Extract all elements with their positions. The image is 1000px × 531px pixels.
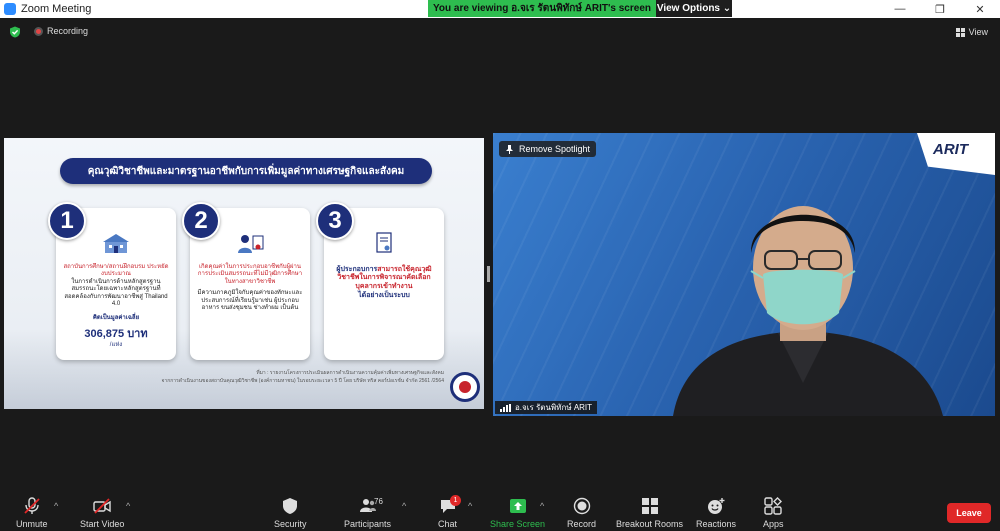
spotlight-video[interactable]: Remove Spotlight ARIT อ.จเร รัตนพิทักษ์ … (493, 133, 995, 416)
maximize-button[interactable]: ❐ (920, 0, 960, 18)
pin-icon (506, 144, 513, 154)
reactions-label: Reactions (696, 519, 737, 529)
meeting-toolbar: Unmute ^ Start Video ^ Security 76 Parti… (0, 491, 1000, 531)
security-label: Security (274, 519, 307, 529)
leave-button[interactable]: Leave (947, 503, 991, 523)
share-screen-label: Share Screen (490, 519, 546, 529)
participant-name: อ.จเร รัตนพิทักษ์ ARIT (515, 403, 593, 412)
grid-view-icon (955, 27, 965, 37)
reactions-button[interactable]: Reactions (696, 497, 736, 529)
tpqi-logo (450, 372, 480, 402)
certified-person-icon (238, 235, 264, 253)
certificate-document-icon (376, 232, 392, 253)
share-screen-button[interactable]: Share Screen (490, 497, 545, 529)
record-dot-icon (34, 26, 43, 36)
chat-button[interactable]: 1 Chat (438, 495, 461, 529)
recording-indicator[interactable]: Recording (34, 26, 88, 36)
participants-options-caret-icon[interactable]: ^ (402, 501, 406, 511)
share-screen-icon (509, 499, 526, 513)
breakout-rooms-label: Breakout Rooms (616, 519, 684, 529)
window-title: Zoom Meeting (21, 3, 92, 15)
slide-card-2: 2 เกิดคุณค่าในการประกอบอาชีพกับผู้ผ่านกา… (182, 202, 310, 360)
participants-label: Participants (344, 519, 392, 529)
chat-label: Chat (438, 519, 458, 529)
audio-options-caret-icon[interactable]: ^ (54, 501, 58, 511)
card-1-body: ในการดำเนินการด้านหลักสูตรฐานสมรรถนะโดยเ… (64, 278, 168, 308)
minimize-button[interactable]: — (880, 0, 920, 18)
source-line-2: จากการดำเนินงานของสถาบันคุณวุฒิวิชาชีพ (… (161, 377, 445, 384)
view-label: View (968, 27, 988, 37)
card-2-highlight: เกิดคุณค่าในการประกอบอาชีพกับผู้ผ่านการป… (197, 263, 303, 285)
viewing-banner: You are viewing อ.จเร รัตนพิทักษ์ ARIT's… (428, 0, 732, 17)
card-number-1: 1 (48, 202, 86, 240)
view-options-button[interactable]: View Options ⌄ (656, 0, 732, 17)
card-number-3: 3 (316, 202, 354, 240)
card-1-value: 306,875 บาท (84, 328, 148, 340)
slide-card-3: 3 ผู้ประกอบการสามารถใช้คุณวุฒิวิชาชีพในก… (316, 202, 444, 360)
breakout-rooms-icon (641, 498, 658, 514)
participant-count: 76 (374, 497, 383, 506)
video-off-icon (93, 498, 111, 514)
card-2-body: มีความภาคภูมิใจกับคุณค่าของทักษะและประสบ… (197, 290, 303, 311)
apps-button[interactable]: Apps (763, 497, 784, 529)
slide-card-1: 1 สถาบันการศึกษา/สถานฝึกอบรม ประหยัดงบปร… (48, 202, 176, 360)
record-label: Record (567, 519, 597, 529)
shared-screen[interactable]: คุณวุฒิวิชาชีพและมาตรฐานอาชีพกับการเพิ่ม… (4, 138, 484, 409)
participant-name-tag: อ.จเร รัตนพิทักษ์ ARIT (495, 401, 598, 414)
muted-microphone-icon (24, 497, 40, 514)
slide-source: ที่มา : รายงานโครงการประเมินผลการดำเนินง… (144, 370, 445, 385)
recording-label: Recording (47, 26, 89, 36)
unmute-button[interactable]: Unmute (16, 497, 48, 529)
remove-spotlight-button[interactable]: Remove Spotlight (499, 141, 597, 157)
source-line-1: ที่มา : รายงานโครงการประเมินผลการดำเนินง… (256, 370, 444, 376)
video-options-caret-icon[interactable]: ^ (126, 501, 130, 511)
record-icon (573, 497, 590, 515)
breakout-rooms-button[interactable]: Breakout Rooms (616, 497, 683, 529)
smiley-plus-icon (708, 498, 725, 514)
card-1-value-unit: /แห่ง (109, 341, 123, 348)
card-1-highlight: สถาบันการศึกษา/สถานฝึกอบรม ประหยัดงบประม… (63, 263, 169, 278)
card-number-2: 2 (182, 202, 220, 240)
slide-title: คุณวุฒิวิชาชีพและมาตรฐานอาชีพกับการเพิ่ม… (60, 158, 432, 184)
security-shield-icon[interactable] (9, 26, 21, 38)
participants-button[interactable]: 76 Participants (344, 497, 391, 529)
chat-unread-badge: 1 (450, 495, 461, 506)
shield-icon (283, 498, 298, 514)
participant-video-feed (673, 206, 943, 416)
zoom-app-icon (4, 3, 16, 15)
record-button[interactable]: Record (567, 497, 596, 529)
view-button[interactable]: View (955, 27, 988, 37)
viewing-screen-label: You are viewing อ.จเร รัตนพิทักษ์ ARIT's… (428, 0, 656, 17)
chat-options-caret-icon[interactable]: ^ (468, 501, 472, 511)
remove-spotlight-label: Remove Spotlight (519, 144, 591, 154)
apps-label: Apps (763, 519, 784, 529)
card-3-text-1: ผู้ประกอบการ (336, 265, 378, 273)
card-1-value-label: คิดเป็นมูลค่าเฉลี่ย (92, 314, 140, 321)
signal-strength-icon (500, 403, 511, 412)
school-building-icon (103, 234, 129, 253)
unmute-label: Unmute (16, 519, 48, 529)
apps-icon (764, 497, 783, 515)
card-3-text-2: ได้อย่างเป็นระบบ (358, 291, 410, 299)
security-button[interactable]: Security (274, 497, 307, 529)
split-view-divider[interactable] (487, 266, 490, 282)
start-video-label: Start Video (80, 519, 125, 529)
arit-logo-text: ARIT (933, 141, 968, 158)
share-options-caret-icon[interactable]: ^ (540, 501, 544, 511)
window-controls: — ❐ ✕ (880, 0, 1000, 18)
start-video-button[interactable]: Start Video (80, 497, 124, 529)
close-button[interactable]: ✕ (960, 0, 1000, 18)
